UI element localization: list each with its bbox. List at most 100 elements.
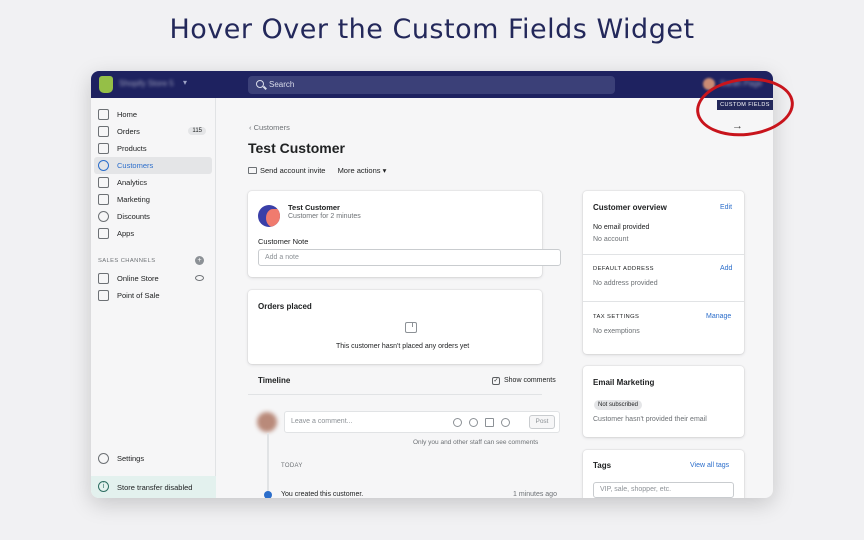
sidebar-item-label: Online Store — [117, 274, 159, 283]
more-actions-button[interactable]: More actions ▾ — [338, 166, 387, 175]
sidebar-item-label: Point of Sale — [117, 291, 160, 300]
tutorial-headline: Hover Over the Custom Fields Widget — [169, 14, 695, 45]
tax-settings-heading: TAX SETTINGS — [593, 314, 640, 320]
sidebar-item-home[interactable]: Home — [94, 106, 212, 123]
overview-title: Customer overview — [593, 203, 667, 212]
edit-overview-link[interactable]: Edit — [720, 204, 732, 211]
customer-note-input[interactable]: Add a note — [258, 249, 561, 266]
sidebar-item-analytics[interactable]: Analytics — [94, 174, 212, 191]
sidebar-item-settings[interactable]: Settings — [94, 450, 212, 467]
staff-note: Only you and other staff can see comment… — [413, 439, 539, 446]
status-badge: Not subscribed — [594, 400, 643, 410]
apps-icon — [98, 228, 109, 239]
email-marketing-text: Customer hasn't provided their email — [593, 416, 707, 423]
comment-placeholder: Leave a comment... — [291, 418, 353, 425]
mail-icon — [248, 167, 257, 174]
more-actions-label: More actions — [337, 166, 381, 175]
tags-placeholder: VIP, sale, shopper, etc. — [600, 486, 672, 493]
sidebar-item-label: Discounts — [117, 212, 150, 221]
sidebar-item-products[interactable]: Products — [94, 140, 212, 157]
overview-divider — [583, 254, 744, 255]
address-text: No address provided — [593, 280, 658, 287]
orders-card: Orders placed This customer hasn't place… — [248, 290, 542, 364]
customer-avatar — [258, 205, 280, 227]
shopify-logo-icon — [99, 76, 113, 93]
sidebar-item-label: Settings — [117, 454, 145, 463]
sidebar-item-orders[interactable]: Orders 115 — [94, 123, 212, 140]
chevron-down-icon[interactable]: ▾ — [183, 78, 187, 87]
sidebar-item-label: Orders — [117, 127, 140, 136]
search-placeholder: Search — [269, 80, 295, 89]
search-input[interactable]: Search — [248, 76, 615, 94]
tags-title: Tags — [593, 461, 612, 470]
attach-icon[interactable] — [501, 418, 510, 427]
manage-tax-link[interactable]: Manage — [706, 313, 731, 320]
timeline-line — [267, 433, 269, 498]
bar-chart-icon — [98, 177, 109, 188]
today-label: TODAY — [281, 463, 303, 469]
tag-icon — [98, 143, 109, 154]
customer-note-label: Customer Note — [258, 237, 309, 246]
page-actions: Send account invite More actions ▾ — [248, 166, 396, 175]
overview-divider — [583, 301, 744, 302]
orders-count-badge: 115 — [188, 127, 206, 135]
comment-input[interactable]: Leave a comment... Post — [284, 411, 560, 433]
sidebar: Home Orders 115 Products Customers Analy… — [91, 98, 216, 498]
emoji-icon[interactable] — [453, 418, 462, 427]
target-icon — [98, 194, 109, 205]
store-name[interactable]: Shopify Store 5 — [119, 79, 174, 88]
view-all-tags-link[interactable]: View all tags — [690, 462, 729, 469]
customer-name: Test Customer — [288, 203, 340, 212]
gear-icon — [98, 453, 109, 464]
add-channel-icon[interactable]: + — [195, 256, 204, 265]
timeline-title: Timeline — [258, 376, 291, 385]
sidebar-item-discounts[interactable]: Discounts — [94, 208, 212, 225]
customer-overview-card: Customer overview Edit No email provided… — [583, 191, 744, 354]
overview-account: No account — [593, 236, 629, 243]
show-comments-label[interactable]: Show comments — [504, 377, 556, 384]
sidebar-item-label: Home — [117, 110, 138, 119]
tags-card: Tags View all tags VIP, sale, shopper, e… — [583, 450, 744, 498]
customer-since: Customer for 2 minutes — [288, 213, 361, 220]
page-title: Test Customer — [248, 140, 345, 156]
sidebar-item-label: Apps — [117, 229, 135, 238]
breadcrumb-label[interactable]: Customers — [254, 123, 290, 132]
sidebar-item-apps[interactable]: Apps — [94, 225, 212, 242]
send-invite-label: Send account invite — [260, 166, 326, 175]
sidebar-item-label: Products — [117, 144, 147, 153]
top-bar: Shopify Store 5 ▾ Search Sarah Page — [91, 71, 773, 98]
pos-icon — [98, 290, 109, 301]
orders-icon — [98, 126, 109, 137]
email-marketing-title: Email Marketing — [593, 378, 655, 387]
post-button[interactable]: Post — [529, 415, 555, 429]
home-icon — [98, 109, 109, 120]
default-address-heading: DEFAULT ADDRESS — [593, 266, 654, 272]
mention-icon[interactable] — [469, 418, 478, 427]
sidebar-item-customers[interactable]: Customers — [94, 157, 212, 174]
show-comments-checkbox[interactable]: ✓ — [492, 377, 500, 385]
store-transfer-label: Store transfer disabled — [117, 483, 193, 492]
overview-email: No email provided — [593, 224, 650, 231]
tags-input[interactable]: VIP, sale, shopper, etc. — [593, 482, 734, 498]
empty-orders-icon — [405, 322, 417, 333]
shopify-admin-window: Shopify Store 5 ▾ Search Sarah Page CUST… — [91, 71, 773, 498]
eye-icon[interactable] — [195, 275, 204, 281]
avatar — [257, 412, 277, 432]
send-invite-button[interactable]: Send account invite — [248, 166, 325, 175]
discount-icon — [98, 211, 109, 222]
sidebar-item-online-store[interactable]: Online Store — [94, 270, 212, 287]
timeline-event-time: 1 minutes ago — [513, 491, 557, 498]
sidebar-item-label: Marketing — [117, 195, 150, 204]
store-icon — [98, 273, 109, 284]
exemptions-text: No exemptions — [593, 328, 640, 335]
sidebar-item-marketing[interactable]: Marketing — [94, 191, 212, 208]
sidebar-item-point-of-sale[interactable]: Point of Sale — [94, 287, 212, 304]
store-transfer-banner[interactable]: i Store transfer disabled — [91, 476, 216, 498]
breadcrumb[interactable]: ‹ Customers — [249, 123, 290, 132]
hashtag-icon[interactable] — [485, 418, 494, 427]
timeline-divider — [248, 394, 542, 395]
add-address-link[interactable]: Add — [720, 265, 732, 272]
orders-title: Orders placed — [258, 302, 312, 311]
email-marketing-card: Email Marketing Not subscribed Customer … — [583, 366, 744, 437]
person-icon — [98, 160, 109, 171]
